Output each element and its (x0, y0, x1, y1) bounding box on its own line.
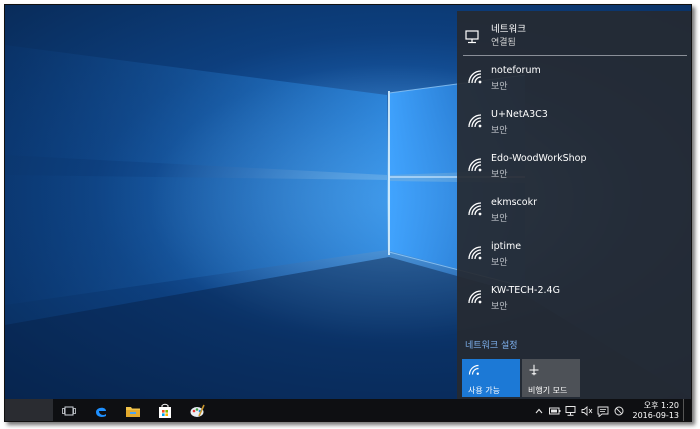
wifi-security-label: 보안 (491, 170, 508, 180)
wifi-toggle-button[interactable]: 사용 가능 (462, 359, 520, 397)
chevron-up-icon[interactable] (531, 399, 547, 421)
start-area[interactable] (5, 399, 53, 421)
wifi-network-item[interactable]: KW-TECH-2.4G 보안 (457, 279, 691, 323)
file-explorer-icon[interactable] (117, 399, 149, 421)
wifi-network-name: Edo-WoodWorkShop (491, 153, 587, 164)
edge-browser-icon[interactable] (85, 399, 117, 421)
system-tray: 오후 1:20 2016-09-13 (531, 399, 692, 421)
wifi-network-item[interactable]: noteforum 보안 (457, 59, 691, 103)
network-title: 네트워크 (491, 24, 526, 35)
wifi-network-name: noteforum (491, 65, 541, 76)
task-view-icon[interactable] (53, 399, 85, 421)
paint-app-icon[interactable] (181, 399, 213, 421)
wifi-network-item[interactable]: ekmscokr 보안 (457, 191, 691, 235)
wired-network-icon (465, 29, 481, 48)
volume-mute-icon[interactable] (579, 399, 595, 421)
wifi-security-label: 보안 (491, 258, 508, 268)
network-status-header[interactable]: 네트워크 연결됨 (457, 17, 691, 53)
wifi-signal-icon (467, 289, 483, 309)
wifi-icon (468, 364, 480, 378)
divider (463, 55, 687, 56)
wifi-toggle-label: 사용 가능 (468, 386, 500, 395)
wifi-security-label: 보안 (491, 82, 508, 92)
wifi-network-list: noteforum 보안 U+NetA3C3 보안 Edo-WoodWorkSh… (457, 59, 691, 329)
network-connection-status: 연결됨 (491, 38, 516, 48)
wifi-network-name: iptime (491, 241, 522, 252)
network-flyout: 네트워크 연결됨 noteforum 보안 U+NetA3C3 보안 Edo-W… (457, 11, 691, 399)
airplane-mode-button[interactable]: 비행기 모드 (522, 359, 580, 397)
wifi-network-item[interactable]: Edo-WoodWorkShop 보안 (457, 147, 691, 191)
airplane-icon (528, 364, 540, 378)
taskbar: 오후 1:20 2016-09-13 (5, 399, 692, 421)
wifi-network-name: KW-TECH-2.4G (491, 285, 560, 296)
wifi-security-label: 보안 (491, 302, 508, 312)
wifi-security-label: 보안 (491, 214, 508, 224)
wifi-signal-icon (467, 69, 483, 89)
network-icon[interactable] (563, 399, 579, 421)
store-icon[interactable] (149, 399, 181, 421)
wifi-network-name: ekmscokr (491, 197, 537, 208)
clock-time: 오후 1:20 (643, 401, 679, 410)
network-settings-link[interactable]: 네트워크 설정 (465, 338, 518, 351)
wifi-network-item[interactable]: iptime 보안 (457, 235, 691, 279)
action-center-icon[interactable] (595, 399, 611, 421)
screen-frame: 네트워크 연결됨 noteforum 보안 U+NetA3C3 보안 Edo-W… (4, 4, 692, 422)
show-desktop-button[interactable] (683, 399, 687, 421)
wifi-signal-icon (467, 157, 483, 177)
wifi-network-name: U+NetA3C3 (491, 109, 548, 120)
airplane-mode-label: 비행기 모드 (528, 386, 568, 395)
clock-date: 2016-09-13 (632, 411, 680, 420)
wifi-signal-icon (467, 201, 483, 221)
block-icon[interactable] (611, 399, 627, 421)
wifi-signal-icon (467, 113, 483, 133)
battery-icon[interactable] (547, 399, 563, 421)
wifi-network-item[interactable]: U+NetA3C3 보안 (457, 103, 691, 147)
wifi-signal-icon (467, 245, 483, 265)
taskbar-clock[interactable]: 오후 1:20 2016-09-13 (627, 401, 684, 421)
wifi-security-label: 보안 (491, 126, 508, 136)
